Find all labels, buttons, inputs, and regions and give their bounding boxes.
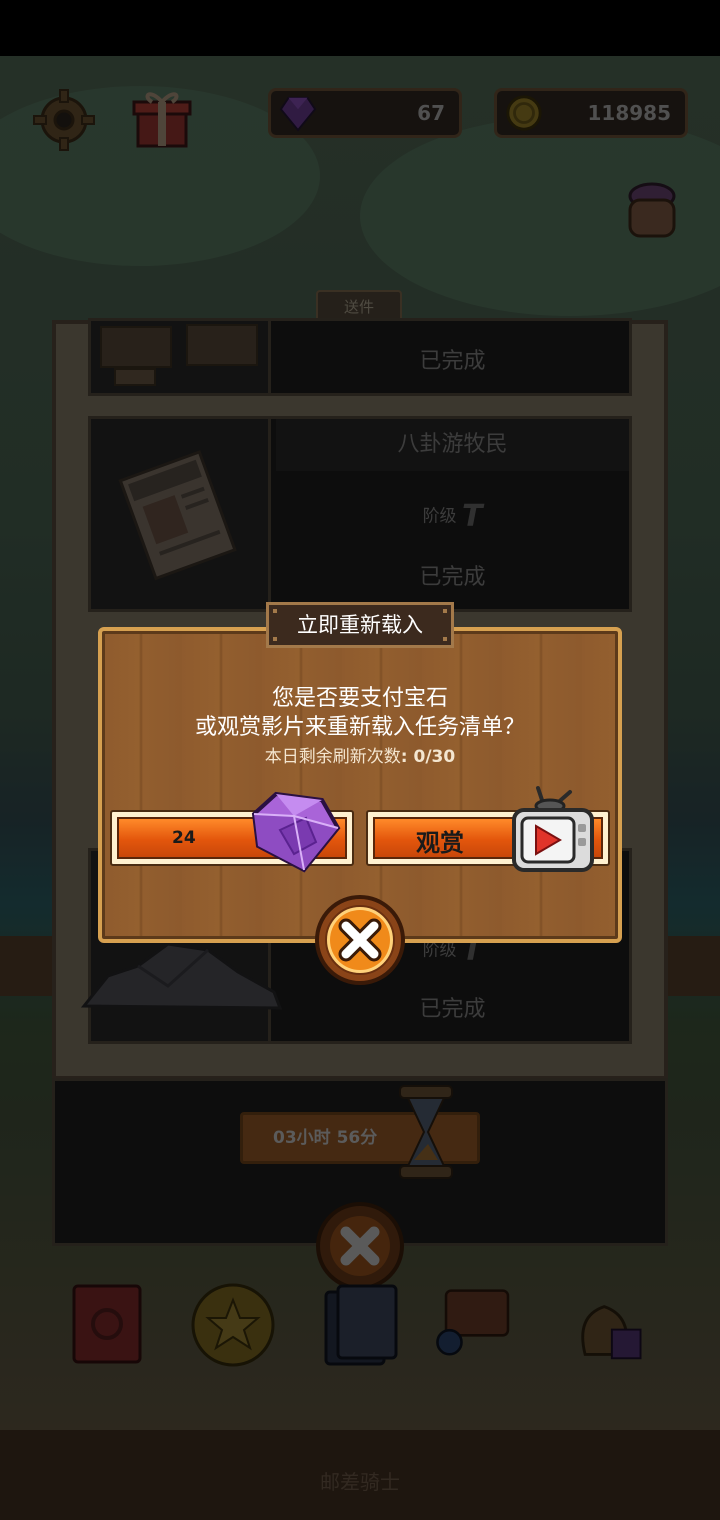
dialog-question-line2: 或观赏影片来重新载入任务清单？ (194, 715, 525, 740)
dialog-title-text: 立即重新载入 (297, 613, 423, 637)
watch-label: 观赏 (416, 829, 464, 857)
refresh-count: : 0/30 (400, 747, 456, 767)
dialog-title: 立即重新载入 (266, 602, 454, 648)
tv-icon (512, 786, 594, 872)
refresh-count-line: 本日剩余刷新次数: 0/30 (98, 742, 622, 767)
dialog-question-line1: 您是否要支付宝石 (271, 686, 448, 711)
refresh-label: 本日剩余刷新次数 (264, 747, 401, 767)
gem-cost: 24 (172, 828, 196, 848)
close-dialog-button[interactable] (314, 894, 406, 986)
gem-icon (251, 791, 341, 873)
